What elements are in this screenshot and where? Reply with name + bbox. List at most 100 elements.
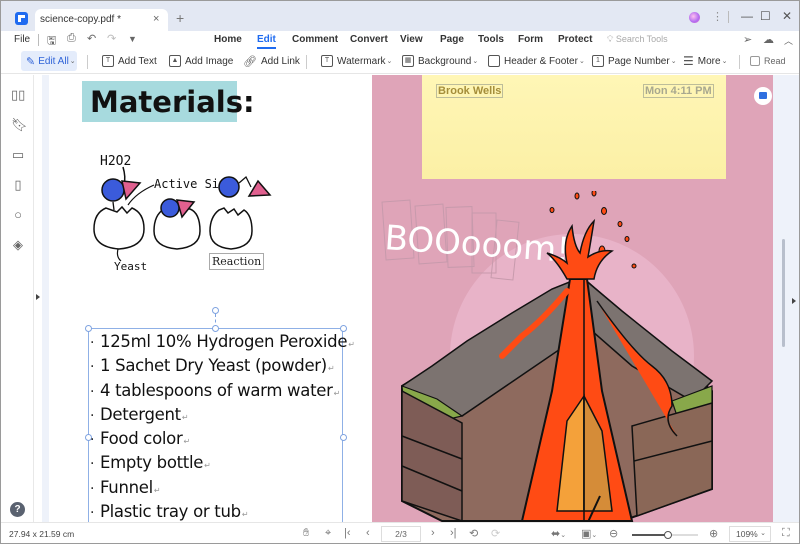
materials-list: · 125ml 10% Hydrogen Peroxide↵ · 1 Sachet … <box>90 331 355 543</box>
chevron-down-icon: ⌄ <box>578 58 585 65</box>
tab-comment[interactable]: Comment <box>292 34 338 45</box>
help-icon[interactable]: ? <box>10 502 25 517</box>
list-item: · 1 Sachet Dry Yeast (powder)↵ <box>90 355 355 379</box>
bullet: · <box>90 359 95 376</box>
search-tools-input[interactable]: 💡︎ Search Tools <box>607 34 668 45</box>
tab-page[interactable]: Page <box>440 34 464 45</box>
expand-right-panel-handle[interactable] <box>792 298 796 304</box>
paragraph-mark: ↵ <box>333 388 341 398</box>
more-button[interactable]: ☰ More ⌄ <box>683 51 727 71</box>
list-item: · 125ml 10% Hydrogen Peroxide↵ <box>90 331 355 355</box>
tab-convert[interactable]: Convert <box>350 34 388 45</box>
paragraph-mark: ↵ <box>181 412 189 422</box>
left-sidebar: ▯▯ 🔖︎ ▭ ▯ ○ ◈ ? <box>1 75 34 522</box>
list-item-text: 125ml 10% Hydrogen Peroxide <box>100 332 348 351</box>
customize-quick-access-icon[interactable]: ▼ <box>128 34 137 44</box>
redo-icon[interactable]: ↷ <box>107 32 116 45</box>
read-mode-toggle[interactable]: Read <box>750 51 786 71</box>
header-footer-button[interactable]: Header & Footer ⌄ <box>488 51 585 71</box>
tab-form[interactable]: Form <box>518 34 543 45</box>
fullscreen-icon[interactable]: ⛶ <box>782 527 790 540</box>
add-link-button[interactable]: 🔗︎ Add Link <box>243 51 300 71</box>
tab-protect[interactable]: Protect <box>558 34 592 45</box>
divider <box>739 55 740 69</box>
first-page-icon[interactable]: |‹ <box>344 527 351 539</box>
collapse-ribbon-icon[interactable]: ︿ <box>784 34 793 47</box>
edit-all-button[interactable]: ✎ Edit All ⌄ <box>21 51 77 71</box>
page-number-icon: 1 <box>592 55 604 67</box>
background-label: Background <box>418 55 472 67</box>
select-tool-icon[interactable]: ⌖ <box>325 527 331 540</box>
vertical-scrollbar[interactable] <box>782 239 785 347</box>
watermark-button[interactable]: T Watermark ⌄ <box>321 51 392 71</box>
last-page-icon[interactable]: ›| <box>450 527 457 539</box>
expand-sidebar-handle[interactable] <box>36 294 40 300</box>
watermark-label: Watermark <box>337 55 386 67</box>
yeast-label: Yeast <box>114 260 147 273</box>
list-item-text: 1 Sachet Dry Yeast (powder) <box>100 356 327 376</box>
close-button[interactable]: ✕ <box>782 9 792 23</box>
paragraph-mark: ↵ <box>241 510 249 520</box>
user-avatar[interactable] <box>689 12 700 23</box>
attachment-icon[interactable]: ▯ <box>11 178 25 192</box>
bookmark-icon[interactable]: 🔖︎ <box>11 118 28 132</box>
zoom-out-icon[interactable]: ⊖ <box>609 527 618 540</box>
zoom-in-icon[interactable]: ⊕ <box>709 527 718 540</box>
hand-tool-icon[interactable]: ✋︎ <box>303 527 309 540</box>
file-menu[interactable]: File <box>14 34 30 45</box>
previous-page-icon[interactable]: ‹ <box>366 527 370 539</box>
background-button[interactable]: ▦ Background ⌄ <box>402 51 478 71</box>
rotate-handle[interactable] <box>212 307 219 314</box>
list-item-text: Food color <box>100 429 183 449</box>
boom-text: BOOooom! <box>383 218 571 271</box>
page-number-input[interactable]: 2/3 <box>381 526 421 542</box>
divider <box>38 34 39 46</box>
minimize-button[interactable]: — <box>741 9 753 23</box>
cloud-upload-icon[interactable]: ☁ <box>763 33 774 46</box>
comment-icon[interactable]: ▭ <box>11 148 25 162</box>
yeast-enzyme-3 <box>209 207 253 250</box>
new-tab-button[interactable]: + <box>176 10 184 26</box>
h2o2-triangle <box>121 180 142 201</box>
reaction-label[interactable]: Reaction <box>209 253 265 270</box>
materials-heading[interactable]: Materials: <box>82 81 255 122</box>
chevron-down-icon: ⌄ <box>69 58 76 65</box>
more-lines-icon: ☰ <box>683 54 694 68</box>
add-image-button[interactable]: ▲ Add Image <box>169 51 233 71</box>
zoom-slider[interactable] <box>632 531 698 539</box>
next-page-icon[interactable]: › <box>431 527 435 539</box>
search-icon[interactable]: ○ <box>11 208 25 222</box>
tab-close-icon[interactable]: × <box>153 13 159 25</box>
divider <box>306 55 307 69</box>
reading-mode-icon[interactable]: ▣⌄ <box>581 527 597 540</box>
undo-icon[interactable]: ↶ <box>87 32 96 45</box>
read-checkbox[interactable] <box>750 56 760 66</box>
paragraph-mark: ↵ <box>153 485 161 495</box>
add-text-button[interactable]: T Add Text <box>102 51 157 71</box>
tab-view[interactable]: View <box>400 34 423 45</box>
layers-icon[interactable]: ◈ <box>11 238 25 252</box>
tab-home[interactable]: Home <box>214 34 242 45</box>
page-number-button[interactable]: 1 Page Number ⌄ <box>592 51 677 71</box>
print-icon[interactable]: ⎙ <box>67 32 76 45</box>
fit-width-icon[interactable]: ⬌⌄ <box>551 527 566 540</box>
chevron-down-icon: ⌄ <box>760 530 766 537</box>
ocr-floating-button[interactable] <box>754 87 772 105</box>
more-label: More <box>697 55 721 67</box>
zoom-level-select[interactable]: 109% ⌄ <box>729 526 771 542</box>
more-options-icon[interactable]: ⋮ <box>712 10 723 23</box>
send-icon[interactable]: ➢ <box>743 33 752 46</box>
thumbnails-icon[interactable]: ▯▯ <box>11 88 25 102</box>
zoom-slider-handle[interactable] <box>664 531 673 539</box>
split-mark <box>238 175 252 188</box>
rotate-right-icon[interactable]: ⟳ <box>491 527 500 540</box>
search-tools-label: Search Tools <box>615 34 668 44</box>
maximize-button[interactable]: ☐ <box>760 9 771 23</box>
sticky-note[interactable]: Brook Wells Mon 4:11 PM <box>422 75 726 179</box>
tab-tools[interactable]: Tools <box>478 34 504 45</box>
tab-edit[interactable]: Edit <box>257 34 276 49</box>
h2o2-circle <box>101 178 125 202</box>
rotate-left-icon[interactable]: ⟲ <box>469 527 478 540</box>
zoom-slider-fill <box>632 534 669 536</box>
document-tab[interactable]: science-copy.pdf * × <box>35 9 168 31</box>
